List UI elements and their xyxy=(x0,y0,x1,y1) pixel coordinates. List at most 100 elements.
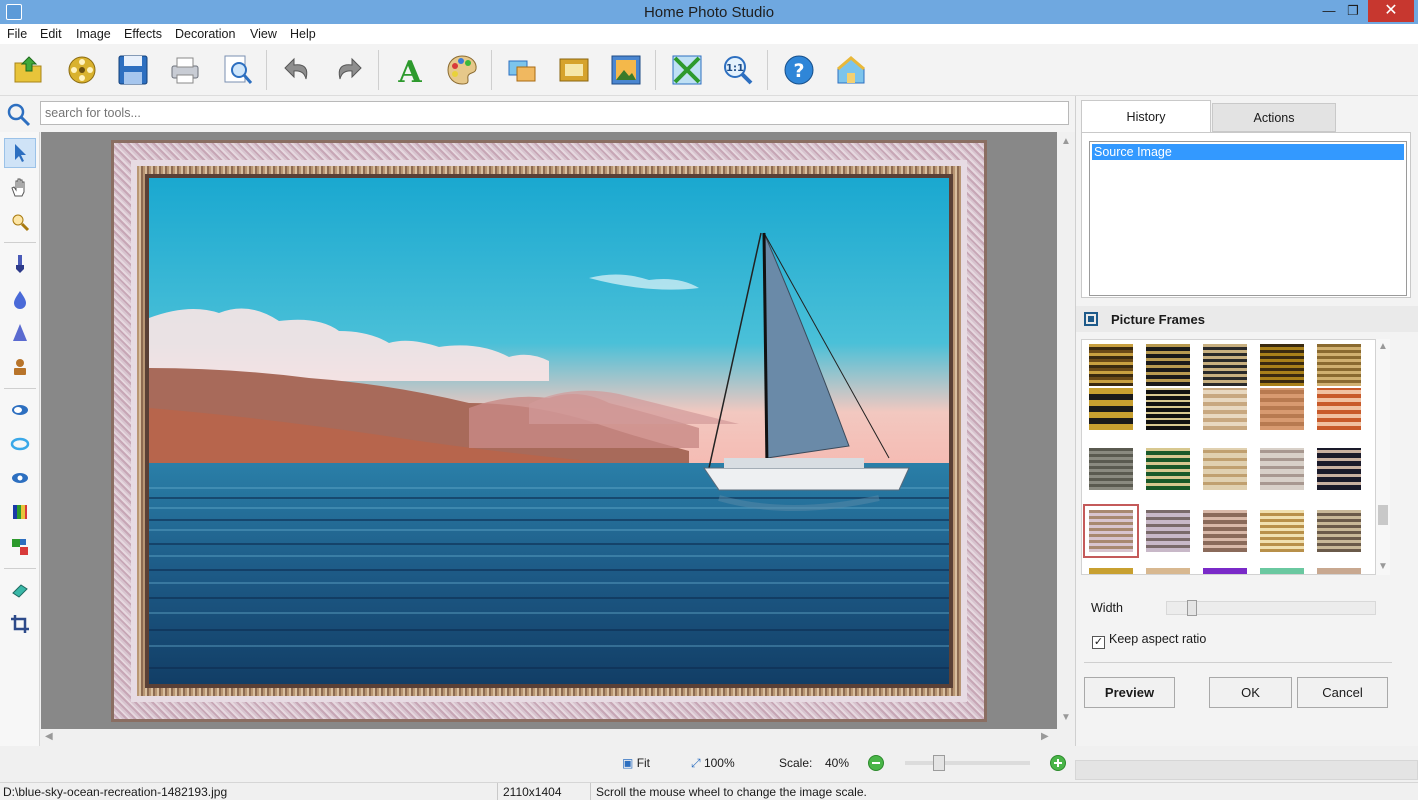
frame-thumbnail[interactable] xyxy=(1317,344,1361,386)
home-icon[interactable] xyxy=(834,53,868,87)
menu-image[interactable]: Image xyxy=(76,27,111,41)
dodge-icon[interactable] xyxy=(8,398,32,422)
zoom-in-icon[interactable] xyxy=(1050,755,1066,771)
menu-effects[interactable]: Effects xyxy=(124,27,162,41)
status-file-path: D:\blue-sky-ocean-recreation-1482193.jpg xyxy=(3,785,228,799)
window-title: Home Photo Studio xyxy=(643,4,775,21)
sharpen-icon[interactable] xyxy=(8,321,32,345)
frame-thumbnail[interactable] xyxy=(1260,344,1304,386)
resize-image-icon[interactable] xyxy=(505,53,539,87)
menu-file[interactable]: File xyxy=(7,27,27,41)
frame-thumbnail[interactable] xyxy=(1146,568,1190,574)
search-input[interactable] xyxy=(40,101,1069,125)
picture-frames-icon xyxy=(1084,312,1098,326)
zoom-fit-button[interactable]: ▣ Fit xyxy=(622,756,650,770)
frame-thumbnail[interactable] xyxy=(1317,448,1361,490)
canvas-vertical-scrollbar[interactable]: ▲ ▼ xyxy=(1057,132,1073,729)
zoom-100-button[interactable]: ⤢ 100% xyxy=(691,756,735,771)
frame-thumbnail[interactable] xyxy=(1146,448,1190,490)
ok-button[interactable]: OK xyxy=(1209,677,1292,708)
color-bars-icon[interactable] xyxy=(8,500,32,524)
frame-thumbnail[interactable] xyxy=(1146,510,1190,552)
redo-icon[interactable] xyxy=(332,53,366,87)
pointer-icon[interactable] xyxy=(4,138,36,168)
blur-drop-icon[interactable] xyxy=(8,287,32,311)
frame-thumbnail[interactable] xyxy=(1089,448,1133,490)
red-eye-icon[interactable] xyxy=(8,432,32,456)
open-folder-icon[interactable] xyxy=(12,53,46,87)
cancel-button[interactable]: Cancel xyxy=(1297,677,1388,708)
frame-thumbnail[interactable] xyxy=(1089,568,1133,574)
eye-icon[interactable] xyxy=(8,466,32,490)
actual-size-small-icon: ⤢ xyxy=(691,756,701,770)
progress-bar xyxy=(1075,760,1418,780)
print-icon[interactable] xyxy=(168,53,202,87)
frame-thumbnail[interactable] xyxy=(1089,344,1133,386)
undo-icon[interactable] xyxy=(280,53,314,87)
print-preview-icon[interactable] xyxy=(220,53,254,87)
text-tool-icon[interactable]: A xyxy=(393,53,427,90)
frame-tool-icon[interactable] xyxy=(557,53,591,87)
frame-thumbnail[interactable] xyxy=(1089,388,1133,430)
fit-icon: ▣ xyxy=(622,756,634,770)
width-slider-knob[interactable] xyxy=(1187,600,1197,616)
film-reel-icon[interactable] xyxy=(65,53,99,87)
zoom-100-label: 100% xyxy=(703,756,735,770)
frame-thumbnail[interactable] xyxy=(1146,388,1190,430)
save-icon[interactable] xyxy=(116,53,150,87)
canvas-horizontal-scrollbar[interactable]: ◀ ▶ xyxy=(41,729,1057,746)
frame-thumbnail[interactable] xyxy=(1260,388,1304,430)
framed-photo xyxy=(111,140,987,722)
tab-history[interactable]: History xyxy=(1081,100,1211,134)
menu-decoration[interactable]: Decoration xyxy=(175,27,235,41)
keep-aspect-ratio-label: Keep aspect ratio xyxy=(1109,632,1207,646)
frame-thumbnail[interactable] xyxy=(1317,510,1361,552)
zoom-out-icon[interactable] xyxy=(868,755,884,771)
history-item[interactable]: Source Image xyxy=(1092,144,1404,160)
palette-icon[interactable] xyxy=(445,53,479,87)
menu-view[interactable]: View xyxy=(250,27,277,41)
restore-button[interactable]: ❐ xyxy=(1342,0,1364,22)
minimize-button[interactable]: — xyxy=(1318,0,1340,22)
close-button[interactable]: ✕ xyxy=(1368,0,1414,22)
width-slider[interactable] xyxy=(1166,600,1376,616)
frames-scroll-thumb[interactable] xyxy=(1378,505,1388,525)
frame-thumbnail[interactable] xyxy=(1203,568,1247,574)
tab-actions[interactable]: Actions xyxy=(1212,103,1336,132)
scale-label: Scale: xyxy=(779,756,813,770)
frame-thumbnail[interactable] xyxy=(1317,388,1361,430)
stamp-icon[interactable] xyxy=(8,355,32,379)
frame-thumbnail[interactable] xyxy=(1260,510,1304,552)
fit-to-window-icon[interactable] xyxy=(670,53,704,87)
help-icon[interactable]: ? xyxy=(782,53,816,87)
eraser-icon[interactable] xyxy=(8,578,32,602)
zoom-slider-knob[interactable] xyxy=(933,755,945,771)
zoom-slider[interactable] xyxy=(905,755,1030,771)
crop-icon[interactable] xyxy=(8,612,32,636)
frame-thumbnail[interactable] xyxy=(1203,510,1247,552)
picture-frames-title: Picture Frames xyxy=(1111,312,1205,327)
hand-icon[interactable] xyxy=(8,176,32,200)
photo-effects-icon[interactable] xyxy=(609,53,643,87)
checkbox-checked-icon[interactable]: ✓ xyxy=(1092,636,1105,649)
frame-thumbnail[interactable] xyxy=(1146,344,1190,386)
frame-thumbnail[interactable] xyxy=(1317,568,1361,574)
menu-edit[interactable]: Edit xyxy=(40,27,62,41)
right-panel: History Actions Source Image Picture Fra… xyxy=(1075,96,1418,746)
frame-thumbnail[interactable] xyxy=(1203,344,1247,386)
frames-scrollbar[interactable]: ▲ ▼ xyxy=(1376,339,1390,575)
brush-icon[interactable] xyxy=(8,252,32,276)
frame-thumbnail-selected[interactable] xyxy=(1083,504,1139,558)
frame-thumbnail[interactable] xyxy=(1203,448,1247,490)
menu-help[interactable]: Help xyxy=(290,27,316,41)
frame-thumbnail[interactable] xyxy=(1203,388,1247,430)
zoom-icon[interactable] xyxy=(8,210,32,234)
frame-thumbnail[interactable] xyxy=(1260,568,1304,574)
image-canvas[interactable] xyxy=(41,132,1057,729)
actual-size-icon[interactable]: 1:1 xyxy=(721,53,755,87)
frame-thumbnail[interactable] xyxy=(1260,448,1304,490)
keep-aspect-ratio-checkbox[interactable]: ✓ Keep aspect ratio xyxy=(1092,632,1206,649)
replace-color-icon[interactable] xyxy=(8,535,32,559)
preview-button[interactable]: Preview xyxy=(1084,677,1175,708)
tool-search-bar xyxy=(0,96,1075,132)
